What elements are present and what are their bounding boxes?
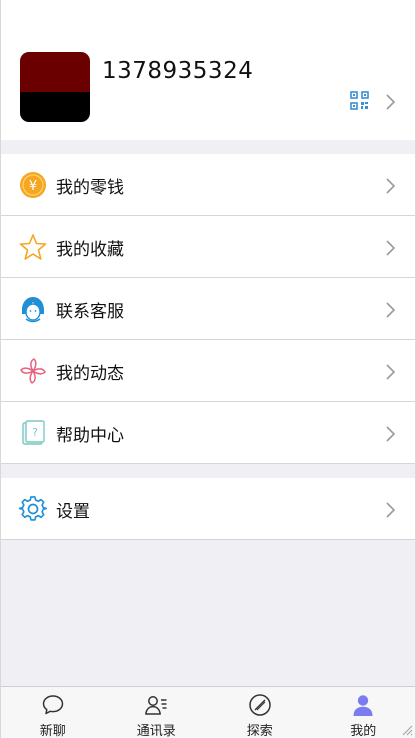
menu-item-wallet[interactable]: ¥ 我的零钱 <box>1 154 415 216</box>
menu-item-moments[interactable]: 我的动态 <box>1 340 415 402</box>
chevron-right-icon <box>386 426 395 442</box>
tab-me[interactable]: 我的 <box>312 687 416 738</box>
star-icon <box>19 234 47 260</box>
avatar[interactable] <box>20 52 90 122</box>
tab-explore[interactable]: 探索 <box>208 687 312 738</box>
coin-icon: ¥ <box>20 172 46 198</box>
tab-label: 我的 <box>350 724 377 738</box>
my-page-screen: 1378935324 ¥ 我的零钱 我的收藏 联系客服 我的动态 ? 帮助中心 … <box>0 0 416 738</box>
menu-item-label: 我的动态 <box>56 364 124 384</box>
tab-label: 探索 <box>246 724 273 738</box>
chevron-right-icon <box>386 302 395 318</box>
profile-header[interactable]: 1378935324 <box>1 0 415 140</box>
menu-item-label: 我的零钱 <box>56 178 124 198</box>
chevron-right-icon <box>386 240 395 256</box>
divider <box>1 539 415 540</box>
contacts-icon <box>145 696 167 715</box>
menu-item-customer-service[interactable]: 联系客服 <box>1 278 415 340</box>
menu-group-settings: 设置 <box>1 478 415 540</box>
divider <box>1 463 415 464</box>
svg-text:¥: ¥ <box>29 179 37 194</box>
bottom-tab-bar: 新聊 通讯录 探索 我的 <box>1 686 415 738</box>
menu-group-main: ¥ 我的零钱 我的收藏 联系客服 我的动态 ? 帮助中心 <box>1 154 415 464</box>
menu-item-label: 设置 <box>56 502 90 522</box>
menu-item-help-center[interactable]: ? 帮助中心 <box>1 402 415 464</box>
resize-grip-icon[interactable] <box>401 724 413 736</box>
tab-contacts[interactable]: 通讯录 <box>105 687 209 738</box>
chevron-right-icon <box>386 178 395 194</box>
chevron-right-icon <box>386 502 395 518</box>
svg-text:?: ? <box>32 426 38 439</box>
settings-gear-icon <box>19 496 47 521</box>
tab-label: 新聊 <box>39 724 66 738</box>
menu-item-label: 帮助中心 <box>56 426 124 446</box>
chat-bubble-icon <box>42 695 63 715</box>
pinwheel-icon <box>20 358 46 384</box>
menu-item-label: 我的收藏 <box>56 240 124 260</box>
user-profile-icon <box>353 695 373 716</box>
tab-label: 通讯录 <box>136 724 176 738</box>
username: 1378935324 <box>102 58 254 84</box>
customer-service-icon <box>22 297 44 323</box>
help-book-icon: ? <box>22 420 45 445</box>
tab-chats[interactable]: 新聊 <box>1 687 105 738</box>
chevron-right-icon[interactable] <box>385 94 395 110</box>
qr-code-icon[interactable] <box>350 91 369 110</box>
menu-item-settings[interactable]: 设置 <box>1 478 415 540</box>
menu-item-label: 联系客服 <box>56 302 124 322</box>
compass-icon <box>249 694 271 716</box>
chevron-right-icon <box>386 364 395 380</box>
menu-item-favorites[interactable]: 我的收藏 <box>1 216 415 278</box>
